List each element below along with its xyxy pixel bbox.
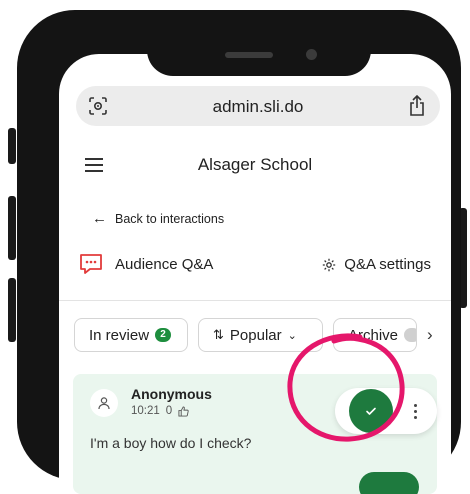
gear-icon xyxy=(323,258,336,271)
question-likes: 0 xyxy=(165,405,173,417)
section-header: Audience Q&A Q&A settings xyxy=(79,252,431,278)
question-meta: 10:21 0 xyxy=(131,405,189,417)
user-icon xyxy=(98,397,110,410)
phone-notch xyxy=(147,30,371,76)
in-review-count-badge: 2 xyxy=(155,328,172,342)
phone-volume-up-button xyxy=(8,196,16,260)
arrow-left-icon: ← xyxy=(92,210,107,227)
back-link-label: Back to interactions xyxy=(115,211,225,226)
thumbs-up-icon[interactable] xyxy=(178,405,189,417)
browser-url-text[interactable]: admin.sli.do xyxy=(76,97,440,117)
phone-speaker xyxy=(225,52,273,58)
back-to-interactions-link[interactable]: ← Back to interactions xyxy=(92,210,224,227)
sort-label: Popular xyxy=(229,326,282,344)
tab-in-review[interactable]: In review 2 xyxy=(74,318,188,352)
question-text: I'm a boy how do I check? xyxy=(90,435,252,451)
browser-url-bar[interactable]: admin.sli.do xyxy=(76,86,440,126)
app-title: Alsager School xyxy=(197,155,313,174)
avatar xyxy=(90,389,118,417)
phone-volume-down-button xyxy=(8,278,16,342)
annotation-circle xyxy=(287,333,405,442)
divider xyxy=(59,300,451,301)
sort-icon: ⇅ xyxy=(213,327,224,342)
tab-in-review-label: In review xyxy=(89,326,150,344)
question-author: Anonymous xyxy=(131,386,212,402)
next-approve-button[interactable] xyxy=(359,472,419,494)
question-time: 10:21 xyxy=(131,405,160,417)
chat-bubble-icon xyxy=(80,254,102,274)
phone-camera xyxy=(306,49,317,60)
section-title: Audience Q&A xyxy=(115,256,214,273)
chevron-right-icon[interactable]: › xyxy=(427,325,433,345)
qa-settings-label: Q&A settings xyxy=(344,256,431,273)
qa-settings-button[interactable]: Q&A settings xyxy=(322,256,431,273)
share-icon[interactable] xyxy=(408,95,426,117)
phone-mute-switch xyxy=(8,128,16,164)
